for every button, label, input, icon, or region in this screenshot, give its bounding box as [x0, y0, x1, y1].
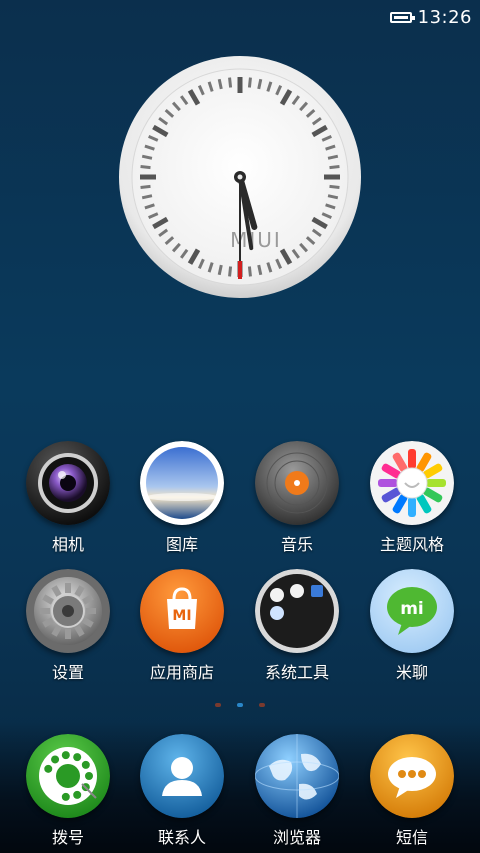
contacts-icon — [140, 734, 224, 818]
app-label: 米聊 — [395, 663, 428, 682]
gallery-icon — [140, 441, 224, 525]
miliao-icon: mi — [370, 569, 454, 653]
app-label: 浏览器 — [272, 828, 321, 847]
app-label: 主题风格 — [379, 535, 444, 554]
status-bar: 13:26 — [0, 0, 480, 34]
dock-dialer[interactable]: 拨号 — [13, 734, 123, 848]
svg-text:mi: mi — [400, 599, 424, 619]
folder-system-tools[interactable]: 系统工具 — [242, 569, 352, 683]
app-label: 联系人 — [157, 828, 206, 847]
clock-brand: MIUI — [230, 228, 282, 252]
battery-icon — [389, 11, 415, 23]
analog-clock-widget[interactable]: MIUI — [118, 55, 362, 299]
messages-icon — [370, 734, 454, 818]
app-label: 设置 — [51, 663, 84, 682]
app-music[interactable]: 音乐 — [242, 441, 352, 555]
system-tools-icon — [255, 569, 339, 653]
dock-messages[interactable]: 短信 — [357, 734, 467, 848]
app-label: 图库 — [165, 535, 198, 554]
page-indicator — [0, 703, 480, 707]
app-label: 拨号 — [51, 828, 84, 847]
dock-browser[interactable]: 浏览器 — [242, 734, 352, 848]
music-icon — [255, 441, 339, 525]
camera-icon — [26, 441, 110, 525]
theme-icon — [370, 441, 454, 525]
app-gallery[interactable]: 图库 — [127, 441, 237, 555]
page-dot[interactable] — [259, 703, 265, 707]
app-label: 应用商店 — [149, 663, 214, 682]
dock-contacts[interactable]: 联系人 — [127, 734, 237, 848]
app-theme[interactable]: 主题风格 — [357, 441, 467, 555]
app-store-icon: MI — [140, 569, 224, 653]
app-label: 短信 — [395, 828, 428, 847]
svg-text:MI: MI — [172, 608, 191, 624]
app-label: 相机 — [51, 535, 84, 554]
app-label: 系统工具 — [264, 663, 329, 682]
settings-icon — [26, 569, 110, 653]
status-time: 13:26 — [417, 6, 472, 28]
app-settings[interactable]: 设置 — [13, 569, 123, 683]
dialer-icon — [26, 734, 110, 818]
app-miliao[interactable]: mi 米聊 — [357, 569, 467, 683]
page-dot[interactable] — [237, 703, 243, 707]
app-store[interactable]: MI 应用商店 — [127, 569, 237, 683]
app-label: 音乐 — [280, 535, 313, 554]
app-camera[interactable]: 相机 — [13, 441, 123, 555]
page-dot[interactable] — [215, 703, 221, 707]
clock-face: MIUI — [119, 56, 361, 298]
browser-icon — [255, 734, 339, 818]
